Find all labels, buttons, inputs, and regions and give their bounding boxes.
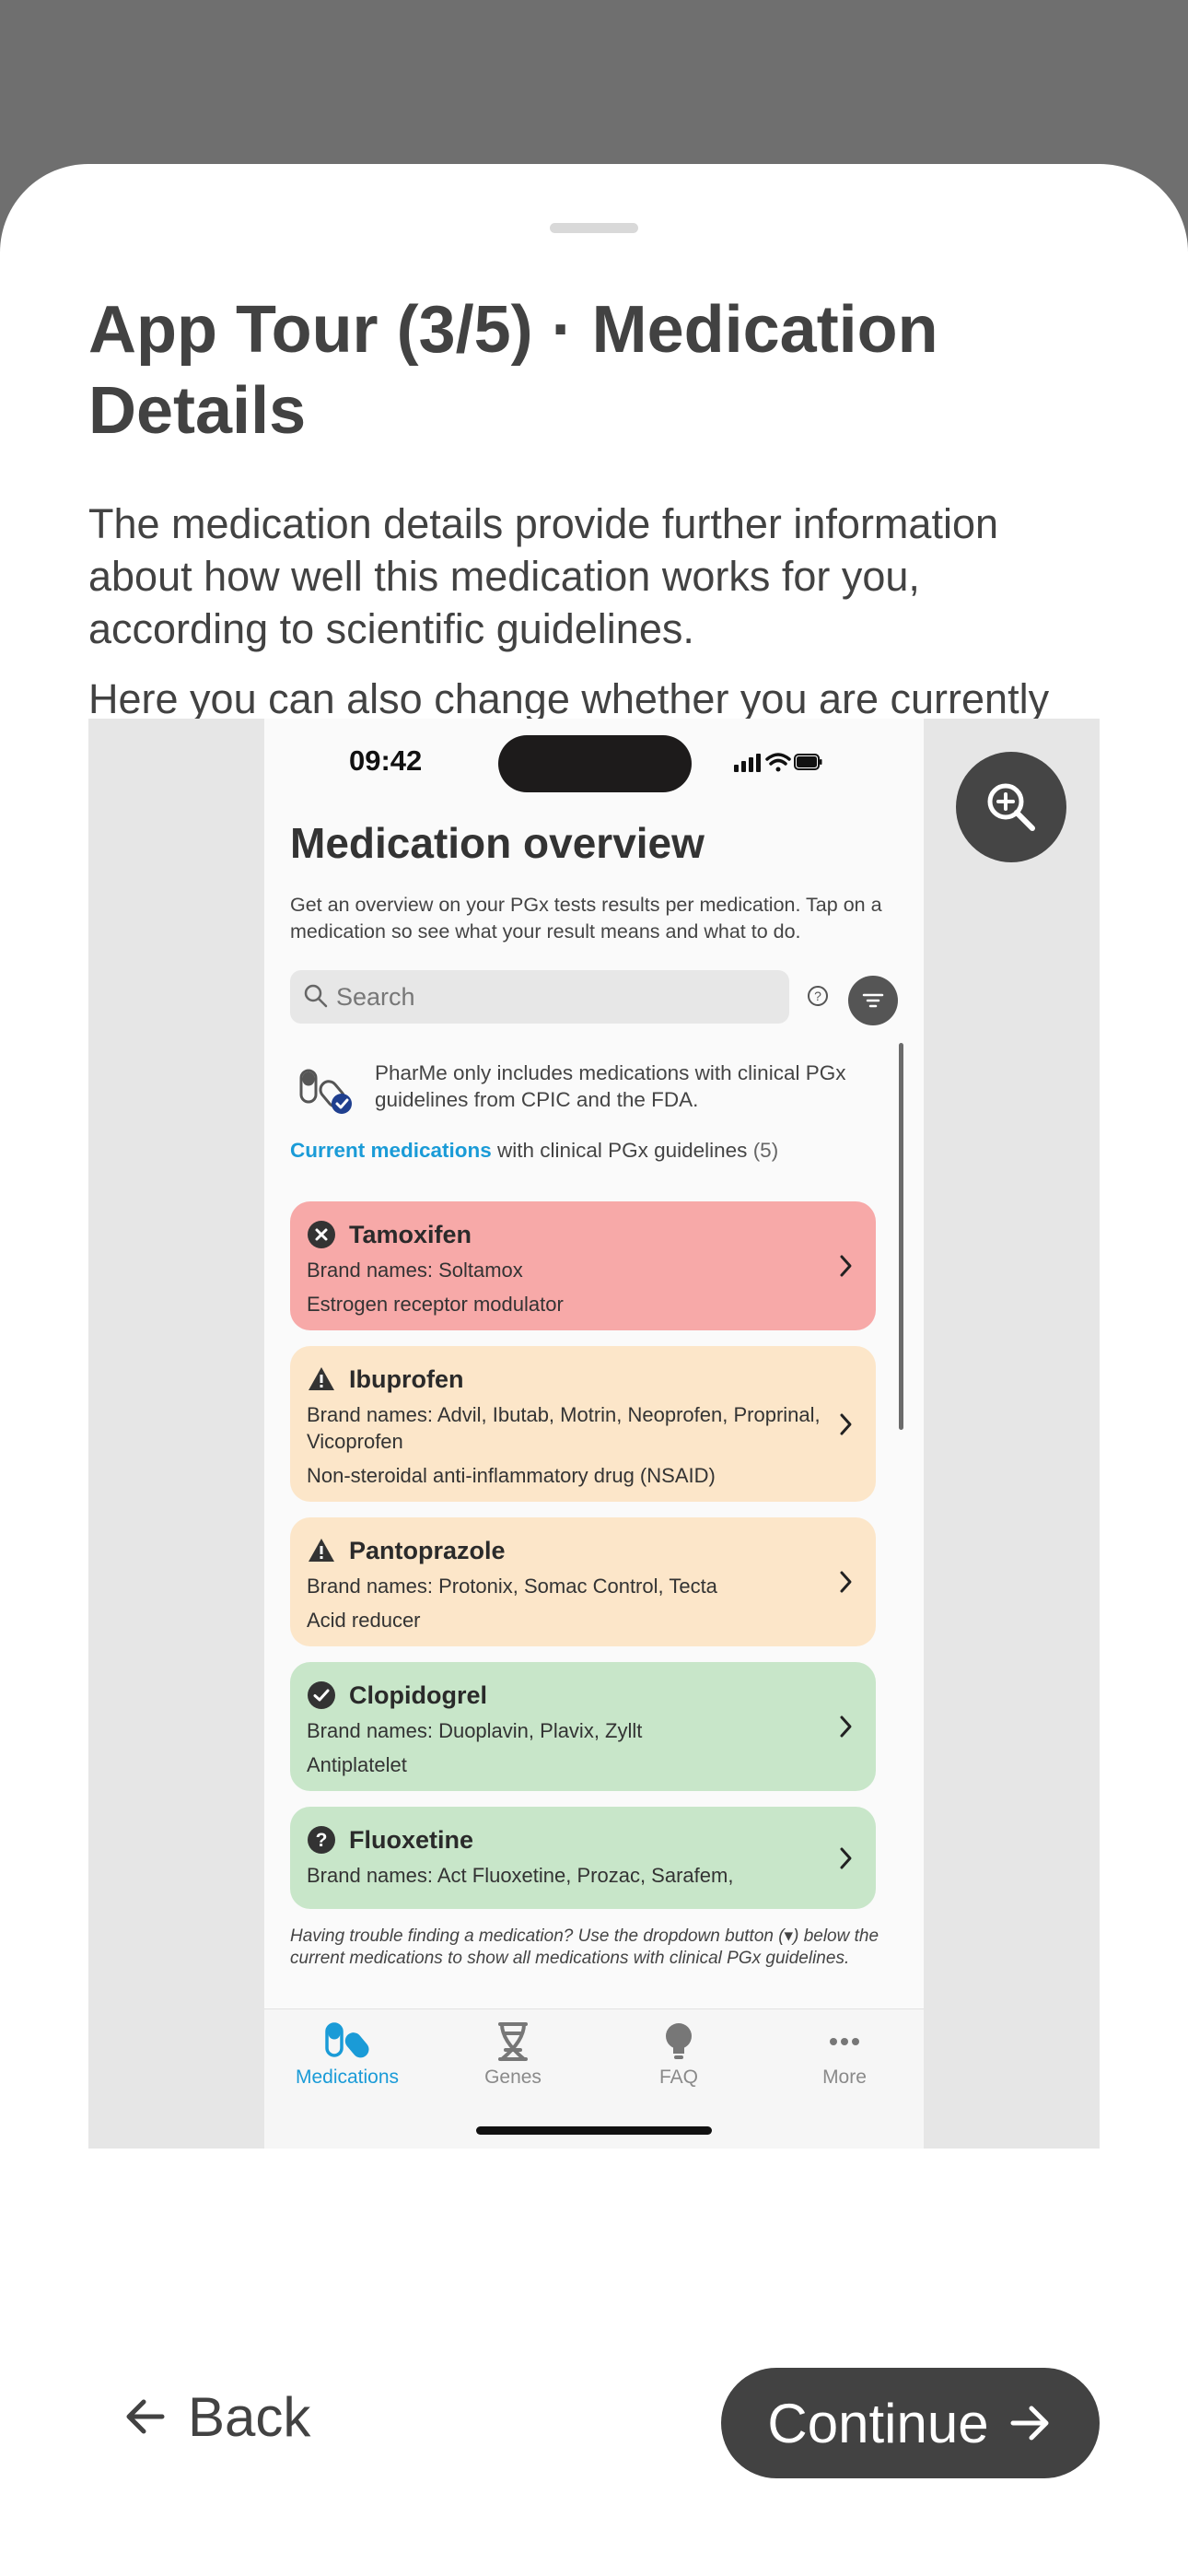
medication-class: Antiplatelet [307, 1753, 407, 1776]
status-icons [732, 750, 824, 779]
search-bar[interactable] [290, 970, 789, 1024]
warning-icon [309, 1539, 334, 1562]
tab-label: FAQ [658, 2067, 698, 2088]
continue-button[interactable]: Continue [721, 2368, 1100, 2478]
medication-brands: Brand names: Protonix, Somac Control, Te… [307, 1575, 717, 1598]
medication-brands: Brand names: Act Fluoxetine, Prozac, Sar… [307, 1864, 734, 1887]
home-indicator [476, 2126, 712, 2135]
current-medications-count: (5) [752, 1139, 779, 1162]
screenshot-preview: 09:42 Medication overview Get an overvie… [88, 719, 1100, 2149]
current-medications-text: with clinical PGx guidelines [491, 1139, 753, 1162]
current-medications-heading: Current medications with clinical PGx gu… [290, 1139, 898, 1163]
chevron-right-icon [840, 1847, 852, 1868]
medication-class: Acid reducer [307, 1609, 421, 1632]
medication-overview-intro: Get an overview on your PGx tests result… [290, 894, 882, 943]
medication-list: Tamoxifen Brand names: Soltamox Estrogen… [290, 1201, 876, 1925]
tab-label: Genes [484, 2067, 542, 2088]
chevron-right-icon [840, 1715, 852, 1738]
dynamic-island [498, 735, 692, 792]
question-circle-icon: ? [308, 1826, 335, 1854]
wifi-icon [765, 753, 791, 772]
svg-text:?: ? [316, 1830, 328, 1851]
current-medications-link[interactable]: Current medications [290, 1139, 492, 1162]
arrow-right-icon [1010, 2406, 1049, 2441]
medication-name: Fluoxetine [349, 1825, 474, 1854]
medication-class: Estrogen receptor modulator [307, 1293, 564, 1316]
battery-icon [794, 754, 822, 770]
filter-button[interactable] [848, 976, 898, 1025]
description-paragraph-1: The medication details provide further i… [88, 500, 999, 652]
medication-name: Pantoprazole [349, 1536, 506, 1564]
lightbulb-icon [666, 2023, 692, 2059]
x-circle-icon [308, 1221, 335, 1248]
dropdown-hint: Having trouble finding a medication? Use… [290, 1926, 879, 1968]
medication-card-pantoprazole[interactable]: Pantoprazole Brand names: Protonix, Soma… [290, 1517, 876, 1646]
sheet-title: App Tour (3/5) · Medication Details [88, 293, 938, 448]
more-dots-icon [830, 2038, 859, 2045]
signal-icon [734, 754, 761, 772]
info-text: PharMe only includes medications with cl… [375, 1061, 846, 1111]
svg-text:?: ? [814, 989, 821, 1003]
phone-screenshot: 09:42 Medication overview Get an overvie… [264, 719, 924, 2149]
medication-brands: Brand names: Advil, Ibutab, Motrin, Neop… [307, 1403, 821, 1453]
scrollbar[interactable] [899, 1043, 903, 1430]
chevron-right-icon [840, 1255, 852, 1277]
medication-name: Tamoxifen [349, 1220, 472, 1248]
tab-more[interactable]: More [780, 2020, 909, 2089]
warning-icon [309, 1367, 334, 1390]
chevron-right-icon [840, 1413, 852, 1434]
tab-medications[interactable]: Medications [283, 2020, 412, 2089]
tab-faq[interactable]: FAQ [614, 2020, 743, 2089]
sheet-grabber[interactable] [550, 223, 638, 233]
zoom-in-icon [987, 783, 1035, 831]
search-input[interactable] [336, 970, 778, 1024]
medication-card-ibuprofen[interactable]: Ibuprofen Brand names: Advil, Ibutab, Mo… [290, 1346, 876, 1502]
tab-label: Medications [295, 2067, 400, 2088]
medication-class: Non-steroidal anti-inflammatory drug (NS… [307, 1464, 716, 1487]
tab-label: More [822, 2067, 867, 2088]
medication-overview-title: Medication overview [290, 819, 705, 867]
medication-name: Ibuprofen [349, 1364, 464, 1393]
check-circle-icon [308, 1681, 335, 1709]
medication-card-clopidogrel[interactable]: Clopidogrel Brand names: Duoplavin, Plav… [290, 1662, 876, 1791]
pills-icon [325, 2022, 369, 2058]
search-icon [303, 983, 329, 1013]
info-row: PharMe only includes medications with cl… [297, 1060, 887, 1124]
filter-icon [862, 993, 884, 1008]
back-button[interactable]: Back [122, 2366, 310, 2467]
zoom-button[interactable] [956, 752, 1066, 862]
tab-genes[interactable]: Genes [448, 2020, 577, 2089]
medication-name: Clopidogrel [349, 1680, 487, 1709]
medication-card-fluoxetine[interactable]: ? Fluoxetine Brand names: Act Fluoxetine… [290, 1807, 876, 1909]
status-time: 09:42 [349, 744, 423, 777]
dna-icon [498, 2022, 528, 2061]
medication-card-tamoxifen[interactable]: Tamoxifen Brand names: Soltamox Estrogen… [290, 1201, 876, 1330]
pills-icon [297, 1065, 356, 1121]
medication-brands: Brand names: Soltamox [307, 1259, 523, 1282]
chevron-right-icon [840, 1571, 852, 1593]
back-label: Back [188, 2385, 311, 2448]
arrow-left-icon [126, 2399, 165, 2434]
medication-brands: Brand names: Duoplavin, Plavix, Zyllt [307, 1719, 643, 1742]
continue-label: Continue [767, 2392, 989, 2454]
help-icon[interactable]: ? [807, 985, 829, 1012]
